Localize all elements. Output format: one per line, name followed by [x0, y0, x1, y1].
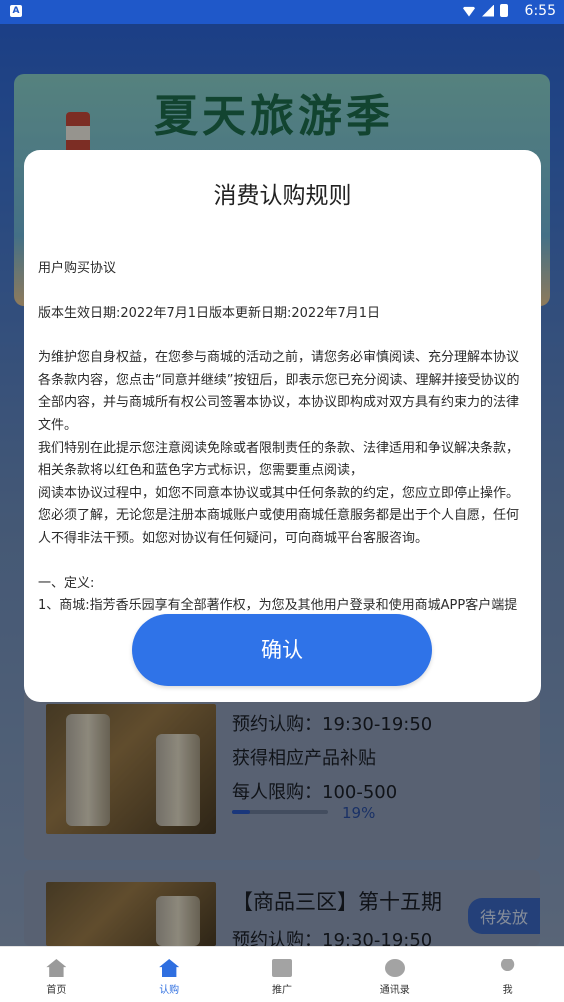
- tab-label: 我: [502, 985, 513, 996]
- tab-label: 首页: [46, 985, 67, 996]
- dialog-title: 消费认购规则: [213, 183, 352, 209]
- tab-label: 推广: [271, 985, 292, 996]
- user-icon: [500, 959, 515, 972]
- tab-label: 通讯录: [379, 985, 410, 996]
- chat-icon: [384, 959, 405, 977]
- tab-me[interactable]: 我: [451, 947, 564, 1002]
- version-dates: 版本生效日期:2022年7月1日版本更新日期:2022年7月1日: [38, 305, 381, 321]
- home-icon: [159, 959, 180, 977]
- clock: 6:55: [524, 3, 556, 19]
- status-icons: [462, 4, 508, 17]
- promo-icon: [271, 959, 292, 977]
- wifi-icon: [462, 6, 476, 17]
- bottom-tab-bar: 首页 认购 推广 通讯录 我: [0, 946, 564, 1002]
- agreement-text[interactable]: 用户购买协议 版本生效日期:2022年7月1日版本更新日期:2022年7月1日 …: [38, 258, 528, 616]
- agreement-title: 用户购买协议: [38, 261, 117, 276]
- definition-item: 1、商城:指芳香乐园享有全部著作权，为您及其他用户登录和使用商城APP客户端提: [38, 598, 518, 614]
- signal-icon: [482, 4, 494, 17]
- tab-home[interactable]: 首页: [0, 947, 113, 1002]
- agreement-paragraph: 为维护您自身权益，在您参与商城的活动之前，请您务必审慎阅读、充分理解本协议各条款…: [38, 350, 520, 433]
- home-icon: [46, 959, 67, 977]
- tab-subscribe[interactable]: 认购: [113, 947, 226, 1002]
- agreement-paragraph: 阅读本协议过程中，如您不同意本协议或其中任何条款的约定，您应立即停止操作。: [38, 485, 520, 501]
- tab-label: 认购: [159, 985, 180, 996]
- rules-dialog: 消费认购规则 用户购买协议 版本生效日期:2022年7月1日版本更新日期:202…: [24, 150, 541, 702]
- confirm-button[interactable]: 确认: [132, 614, 432, 686]
- status-bar: A 6:55: [0, 0, 564, 24]
- section-heading: 一、定义:: [38, 575, 95, 591]
- tab-promote[interactable]: 推广: [226, 947, 339, 1002]
- tab-contacts[interactable]: 通讯录: [338, 947, 451, 1002]
- battery-icon: [500, 4, 508, 17]
- agreement-paragraph: 我们特别在此提示您注意阅读免除或者限制责任的条款、法律适用和争议解决条款，相关条…: [38, 440, 520, 479]
- agreement-paragraph: 您必须了解，无论您是注册本商城账户或使用商城任意服务都是出于个人自愿，任何人不得…: [38, 508, 520, 546]
- app-notification-icon: A: [10, 5, 22, 17]
